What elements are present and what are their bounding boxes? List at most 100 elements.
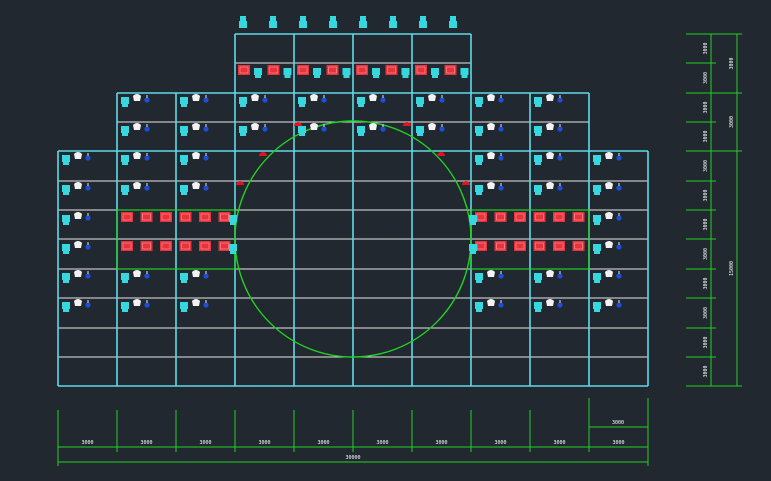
lamp-head-icon [239, 16, 247, 28]
wash-white-icon [546, 182, 554, 189]
moving-head-cyan-icon [593, 155, 601, 165]
stage-layout-drawing: 3000 3000 3000 3000 3000 3000 3000 3000 3000 3000… [0, 0, 771, 481]
moving-head-cyan-icon [460, 68, 469, 78]
wash-white-icon [192, 182, 200, 189]
wash-white-icon [251, 123, 259, 130]
red-panel-icon [415, 65, 427, 75]
moving-head-cyan-icon [180, 273, 188, 283]
wash-white-icon [192, 152, 200, 159]
dim-label: 3000 [258, 440, 270, 446]
moving-head-cyan-icon [469, 215, 477, 225]
wash-white-icon [487, 152, 495, 159]
moving-head-cyan-icon [180, 302, 188, 312]
dim-label: 3000 [376, 440, 388, 446]
moving-head-cyan-icon [534, 97, 542, 107]
red-panel-icon [160, 241, 172, 251]
red-panel-icon [297, 65, 309, 75]
dim-label: 3000 [494, 440, 506, 446]
moving-head-cyan-icon [475, 273, 483, 283]
moving-head-cyan-icon [416, 126, 424, 136]
moving-head-cyan-icon [372, 68, 380, 78]
dim-label: 3000 [317, 440, 329, 446]
moving-head-cyan-icon [62, 155, 70, 165]
wash-white-icon [487, 123, 495, 130]
dim-label: 3000 [703, 160, 709, 172]
wash-white-icon [369, 123, 377, 130]
red-panel-icon [494, 212, 507, 222]
moving-head-cyan-icon [475, 126, 483, 136]
lamp-head-icon [389, 16, 397, 28]
wash-white-icon [546, 123, 554, 130]
wash-white-icon [310, 94, 318, 101]
wash-white-icon [546, 94, 554, 101]
wash-white-icon [605, 270, 613, 277]
lamp-head-icon [299, 16, 307, 28]
wash-white-icon [546, 299, 554, 306]
lamp-head-icon [359, 16, 367, 28]
dim-label: 15000 [729, 261, 735, 276]
wash-white-icon [369, 94, 377, 101]
dim-label: 3000 [703, 365, 709, 377]
dim-label: 3000 [729, 57, 735, 69]
red-panel-icon [179, 241, 192, 251]
red-panel-icon [199, 212, 211, 222]
moving-head-cyan-icon [239, 97, 247, 107]
moving-head-cyan-icon [313, 68, 321, 78]
dim-label: 3000 [703, 130, 709, 142]
moving-head-cyan-icon [593, 273, 601, 283]
wash-white-icon [133, 94, 141, 101]
moving-head-cyan-icon [475, 185, 483, 195]
wash-white-icon [133, 270, 141, 277]
wash-white-icon [192, 94, 200, 101]
dim-label: 3000 [703, 307, 709, 319]
wash-white-icon [192, 123, 200, 130]
red-panel-icon [267, 65, 280, 75]
lamp-head-icon [419, 16, 427, 28]
wash-white-icon [546, 270, 554, 277]
red-panel-icon [121, 241, 133, 251]
moving-head-cyan-icon [593, 215, 601, 225]
red-panel-icon [444, 65, 457, 75]
lamp-head-icon [329, 16, 337, 28]
red-panel-icon [572, 212, 585, 222]
moving-head-cyan-icon [475, 97, 483, 107]
dim-label: 3000 [435, 440, 447, 446]
moving-head-cyan-icon [593, 185, 601, 195]
wash-white-icon [310, 123, 318, 130]
dim-label: 3000 [703, 336, 709, 348]
wash-white-icon [487, 94, 495, 101]
cad-drawing-canvas: 3000 3000 3000 3000 3000 3000 3000 3000 3000 3000… [0, 0, 771, 481]
moving-head-cyan-icon [401, 68, 410, 78]
wash-white-icon [487, 270, 495, 277]
dim-label: 3000 [729, 116, 735, 128]
moving-head-cyan-icon [534, 273, 542, 283]
moving-head-cyan-icon [62, 302, 70, 312]
moving-head-cyan-icon [534, 185, 542, 195]
wash-white-icon [74, 299, 82, 306]
wash-white-icon [192, 270, 200, 277]
moving-head-cyan-icon [121, 97, 129, 107]
moving-head-cyan-icon [469, 244, 477, 254]
moving-head-cyan-icon [534, 126, 542, 136]
red-panel-icon [572, 241, 585, 251]
wash-white-icon [546, 152, 554, 159]
wash-white-icon [74, 241, 82, 248]
red-panel-icon [514, 241, 526, 251]
red-panel-icon [553, 241, 565, 251]
wash-white-icon [428, 123, 436, 130]
dim-label: 30000 [345, 455, 360, 461]
moving-head-cyan-icon [180, 126, 188, 136]
dim-label: 3000 [703, 189, 709, 201]
dim-label: 3000 [703, 72, 709, 84]
moving-head-cyan-icon [298, 126, 306, 136]
wash-white-icon [428, 94, 436, 101]
moving-head-cyan-icon [593, 302, 601, 312]
moving-head-cyan-icon [239, 126, 247, 136]
red-panel-icon [356, 65, 368, 75]
wash-white-icon [605, 182, 613, 189]
moving-head-cyan-icon [298, 97, 306, 107]
moving-head-cyan-icon [229, 215, 237, 225]
dim-label: 3000 [81, 440, 93, 446]
moving-head-cyan-icon [180, 185, 188, 195]
moving-head-cyan-icon [121, 126, 129, 136]
